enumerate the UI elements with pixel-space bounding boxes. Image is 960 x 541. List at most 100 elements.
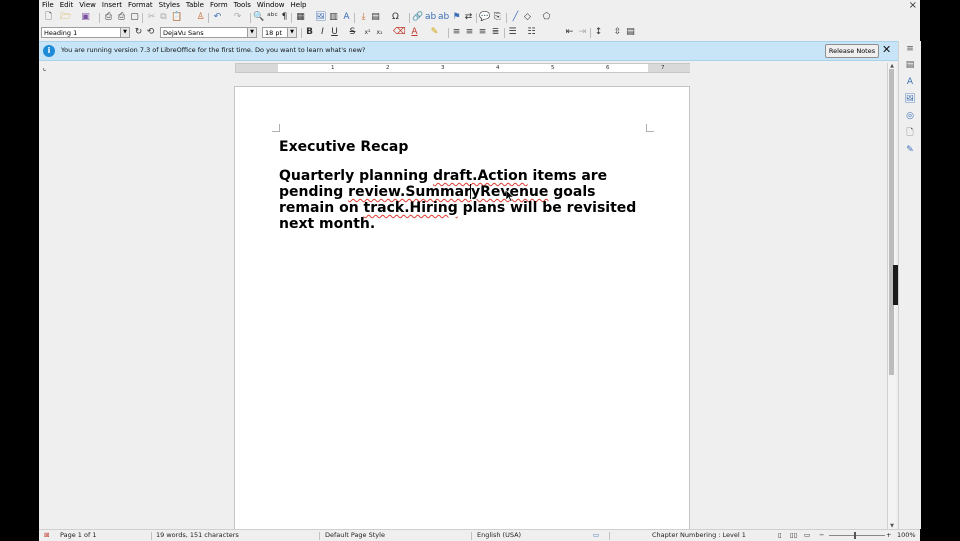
menu-file[interactable]: File xyxy=(39,0,57,11)
paragraph-style-combo[interactable]: Heading 1 ▼ xyxy=(41,27,130,38)
multi-page-view-icon[interactable]: ▯▯ xyxy=(790,530,797,541)
document-canvas[interactable]: Executive Recap Quarterly planning draft… xyxy=(39,74,887,531)
zoom-slider-thumb[interactable] xyxy=(854,532,856,539)
menu-help[interactable]: Help xyxy=(288,0,310,11)
menu-view[interactable]: View xyxy=(76,0,99,11)
menu-form[interactable]: Form xyxy=(207,0,231,11)
horizontal-ruler[interactable]: 1 2 3 4 5 6 7 xyxy=(235,63,690,73)
new-document-icon[interactable]: 🗋 xyxy=(43,12,54,23)
decrease-indent-icon[interactable]: ⇤ xyxy=(564,27,575,38)
page-icon[interactable]: 🗋 xyxy=(904,127,916,139)
sidebar-menu-icon[interactable]: ≡ xyxy=(904,43,916,55)
word-count-status[interactable]: 19 words, 151 characters xyxy=(156,530,239,541)
zoom-slider[interactable] xyxy=(829,535,885,536)
tab-stop-selector[interactable]: ⌞ xyxy=(43,64,46,72)
style-inspector-icon[interactable]: ✎ xyxy=(904,144,916,156)
underline-button[interactable]: U xyxy=(329,27,340,38)
font-color-icon[interactable]: A xyxy=(409,27,420,38)
draw-functions-icon[interactable]: ⬠ xyxy=(541,12,552,23)
font-size-combo[interactable]: 18 pt ▼ xyxy=(262,27,297,38)
page-style-status[interactable]: Default Page Style xyxy=(325,530,385,541)
zoom-level-status[interactable]: 100% xyxy=(897,530,916,541)
track-changes-icon[interactable]: ⎘ xyxy=(492,12,503,23)
gallery-icon[interactable]: 🖼 xyxy=(904,93,916,105)
comment-icon[interactable]: 💬 xyxy=(479,12,490,23)
document-paragraph[interactable]: Quarterly planning draft.Action items ar… xyxy=(279,168,639,232)
increase-indent-icon[interactable]: ⇥ xyxy=(577,27,588,38)
insert-textbox-icon[interactable]: A xyxy=(341,12,352,23)
update-style-icon[interactable]: ↻ xyxy=(133,27,144,38)
chevron-down-icon[interactable]: ▼ xyxy=(120,28,129,37)
window-close-icon[interactable]: × xyxy=(909,0,917,11)
paste-icon[interactable]: 📋 xyxy=(171,12,182,23)
open-folder-icon[interactable]: 🗁 xyxy=(60,12,71,23)
document-modified-icon[interactable]: ⊠ xyxy=(44,530,49,541)
insert-table-icon[interactable]: ▦ xyxy=(295,12,306,23)
justify-icon[interactable]: ≣ xyxy=(490,27,501,38)
align-left-icon[interactable]: ≡ xyxy=(451,27,462,38)
document-page[interactable]: Executive Recap Quarterly planning draft… xyxy=(234,86,690,531)
scrollbar-thumb[interactable] xyxy=(889,69,894,375)
italic-button[interactable]: I xyxy=(317,27,328,38)
spelling-icon[interactable]: ᵃᵇᶜ xyxy=(267,12,278,23)
navigator-icon[interactable]: ◎ xyxy=(904,110,916,122)
insert-field-icon[interactable]: ▤ xyxy=(370,12,381,23)
clone-formatting-icon[interactable]: ♙ xyxy=(195,12,206,23)
strikethrough-button[interactable]: S xyxy=(347,27,358,38)
redo-icon[interactable]: ↷ xyxy=(232,12,243,23)
superscript-button[interactable]: x² xyxy=(362,27,373,38)
export-pdf-icon[interactable]: ⎙ xyxy=(103,12,114,23)
misspelled-word[interactable]: draft.Action xyxy=(433,168,528,184)
menu-styles[interactable]: Styles xyxy=(156,0,183,11)
clear-formatting-icon[interactable]: ⌫ xyxy=(393,27,406,38)
bookmark-icon[interactable]: ⚑ xyxy=(451,12,462,23)
align-center-icon[interactable]: ≡ xyxy=(464,27,475,38)
chevron-down-icon[interactable]: ▼ xyxy=(287,28,296,37)
basic-shapes-icon[interactable]: ◇ xyxy=(522,12,533,23)
undo-icon[interactable]: ↶ xyxy=(212,12,223,23)
insert-chart-icon[interactable]: ▥ xyxy=(328,12,339,23)
menu-insert[interactable]: Insert xyxy=(99,0,125,11)
bold-button[interactable]: B xyxy=(304,27,315,38)
insert-line-icon[interactable]: ╱ xyxy=(510,12,521,23)
special-character-icon[interactable]: Ω xyxy=(390,12,401,23)
misspelled-word[interactable]: track.Hiring xyxy=(364,200,458,216)
hyperlink-icon[interactable]: 🔗 xyxy=(412,12,423,23)
print-icon[interactable]: ⎙ xyxy=(116,12,127,23)
book-view-icon[interactable]: ▭ xyxy=(804,530,810,541)
menu-edit[interactable]: Edit xyxy=(57,0,77,11)
styles-icon[interactable]: A xyxy=(904,76,916,88)
paragraph-dialog-icon[interactable]: ▤ xyxy=(625,27,636,38)
highlighting-icon[interactable]: ✎ xyxy=(429,27,440,38)
formatting-marks-icon[interactable]: ¶ xyxy=(279,12,290,23)
font-name-combo[interactable]: DejaVu Sans ▼ xyxy=(160,27,257,38)
properties-icon[interactable]: ▤ xyxy=(904,59,916,71)
footnote-icon[interactable]: ab xyxy=(425,12,436,23)
chevron-down-icon[interactable]: ▼ xyxy=(247,28,256,37)
insert-page-break-icon[interactable]: ⤓ xyxy=(358,12,369,23)
zoom-in-icon[interactable]: + xyxy=(886,530,891,541)
find-replace-icon[interactable]: 🔍 xyxy=(253,12,264,23)
line-spacing-icon[interactable]: ↕ xyxy=(593,27,604,38)
subscript-button[interactable]: x₂ xyxy=(374,27,385,38)
numbered-list-icon[interactable]: ☷ xyxy=(526,27,537,38)
insert-image-icon[interactable]: 🖼 xyxy=(315,12,326,23)
paragraph-spacing-icon[interactable]: ⇳ xyxy=(612,27,623,38)
endnote-icon[interactable]: ab xyxy=(438,12,449,23)
single-page-view-icon[interactable]: ▯ xyxy=(778,530,782,541)
close-icon[interactable]: ✕ xyxy=(882,43,891,57)
menu-format[interactable]: Format xyxy=(125,0,156,11)
cross-reference-icon[interactable]: ⇄ xyxy=(463,12,474,23)
menu-window[interactable]: Window xyxy=(254,0,288,11)
bullet-list-icon[interactable]: ☰ xyxy=(507,27,518,38)
new-style-icon[interactable]: ⟲ xyxy=(145,27,156,38)
menu-tools[interactable]: Tools xyxy=(231,0,254,11)
menu-table[interactable]: Table xyxy=(183,0,207,11)
language-status[interactable]: English (USA) xyxy=(477,530,521,541)
zoom-out-icon[interactable]: − xyxy=(819,530,824,541)
document-heading[interactable]: Executive Recap xyxy=(279,139,408,155)
misspelled-word[interactable]: review.Summar xyxy=(348,184,471,200)
insert-mode-icon[interactable]: ▭ xyxy=(593,530,599,541)
print-preview-icon[interactable]: ▢ xyxy=(129,12,140,23)
align-right-icon[interactable]: ≡ xyxy=(477,27,488,38)
